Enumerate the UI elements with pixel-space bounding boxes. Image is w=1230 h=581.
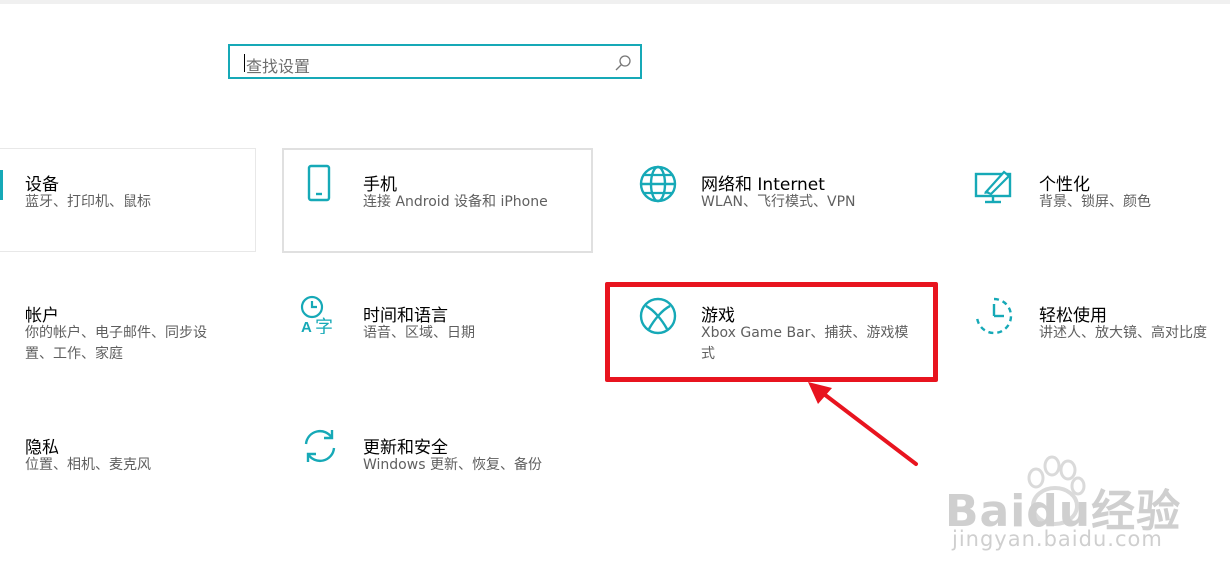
tile-description: WLAN、飞行模式、VPN bbox=[701, 194, 856, 210]
tile-description: 背景、锁屏、颜色 bbox=[1039, 194, 1151, 210]
search-icon[interactable] bbox=[614, 54, 632, 72]
ease-of-access-icon bbox=[975, 297, 1013, 335]
time-language-icon: A 字 bbox=[300, 295, 333, 334]
tile-update-security[interactable]: 更新和安全 Windows 更新、恢复、备份 bbox=[282, 412, 593, 517]
tile-description: 讲述人、放大镜、高对比度 bbox=[1039, 325, 1207, 341]
top-bar bbox=[0, 0, 1230, 4]
svg-text:字: 字 bbox=[315, 317, 333, 334]
tile-accounts[interactable]: 帐户 你的帐户、电子邮件、同步设置、工作、家庭 bbox=[0, 280, 256, 385]
highlight-box bbox=[605, 282, 938, 382]
tile-devices[interactable]: 设备 蓝牙、打印机、鼠标 bbox=[0, 148, 256, 252]
tile-description: 语音、区域、日期 bbox=[363, 325, 475, 341]
search-input[interactable]: 查找设置 bbox=[228, 44, 642, 79]
watermark-url: jingyan.baidu.com bbox=[952, 527, 1163, 551]
search-placeholder: 查找设置 bbox=[246, 57, 311, 76]
tile-phone[interactable]: 手机 连接 Android 设备和 iPhone bbox=[282, 148, 593, 253]
svg-text:A: A bbox=[301, 319, 312, 334]
text-caret bbox=[244, 54, 245, 72]
tile-description: 位置、相机、麦克风 bbox=[25, 457, 151, 473]
tile-ease-of-access[interactable]: 轻松使用 讲述人、放大镜、高对比度 bbox=[958, 280, 1228, 385]
tile-network[interactable]: 网络和 Internet WLAN、飞行模式、VPN bbox=[620, 148, 931, 253]
tile-time-language[interactable]: A 字 时间和语言 语音、区域、日期 bbox=[282, 280, 593, 385]
tile-description: 蓝牙、打印机、鼠标 bbox=[25, 194, 151, 210]
phone-icon bbox=[307, 164, 331, 202]
globe-icon bbox=[639, 165, 677, 203]
red-arrow-annotation bbox=[808, 382, 918, 466]
tile-description: 连接 Android 设备和 iPhone bbox=[363, 194, 548, 210]
tile-description: Windows 更新、恢复、备份 bbox=[363, 457, 542, 473]
tile-personalization[interactable]: 个性化 背景、锁屏、颜色 bbox=[958, 148, 1228, 253]
tile-privacy[interactable]: 隐私 位置、相机、麦克风 bbox=[0, 412, 256, 517]
sync-icon bbox=[304, 429, 336, 463]
tile-description: 你的帐户、电子邮件、同步设置、工作、家庭 bbox=[25, 325, 207, 362]
paintbrush-monitor-icon bbox=[974, 170, 1012, 204]
